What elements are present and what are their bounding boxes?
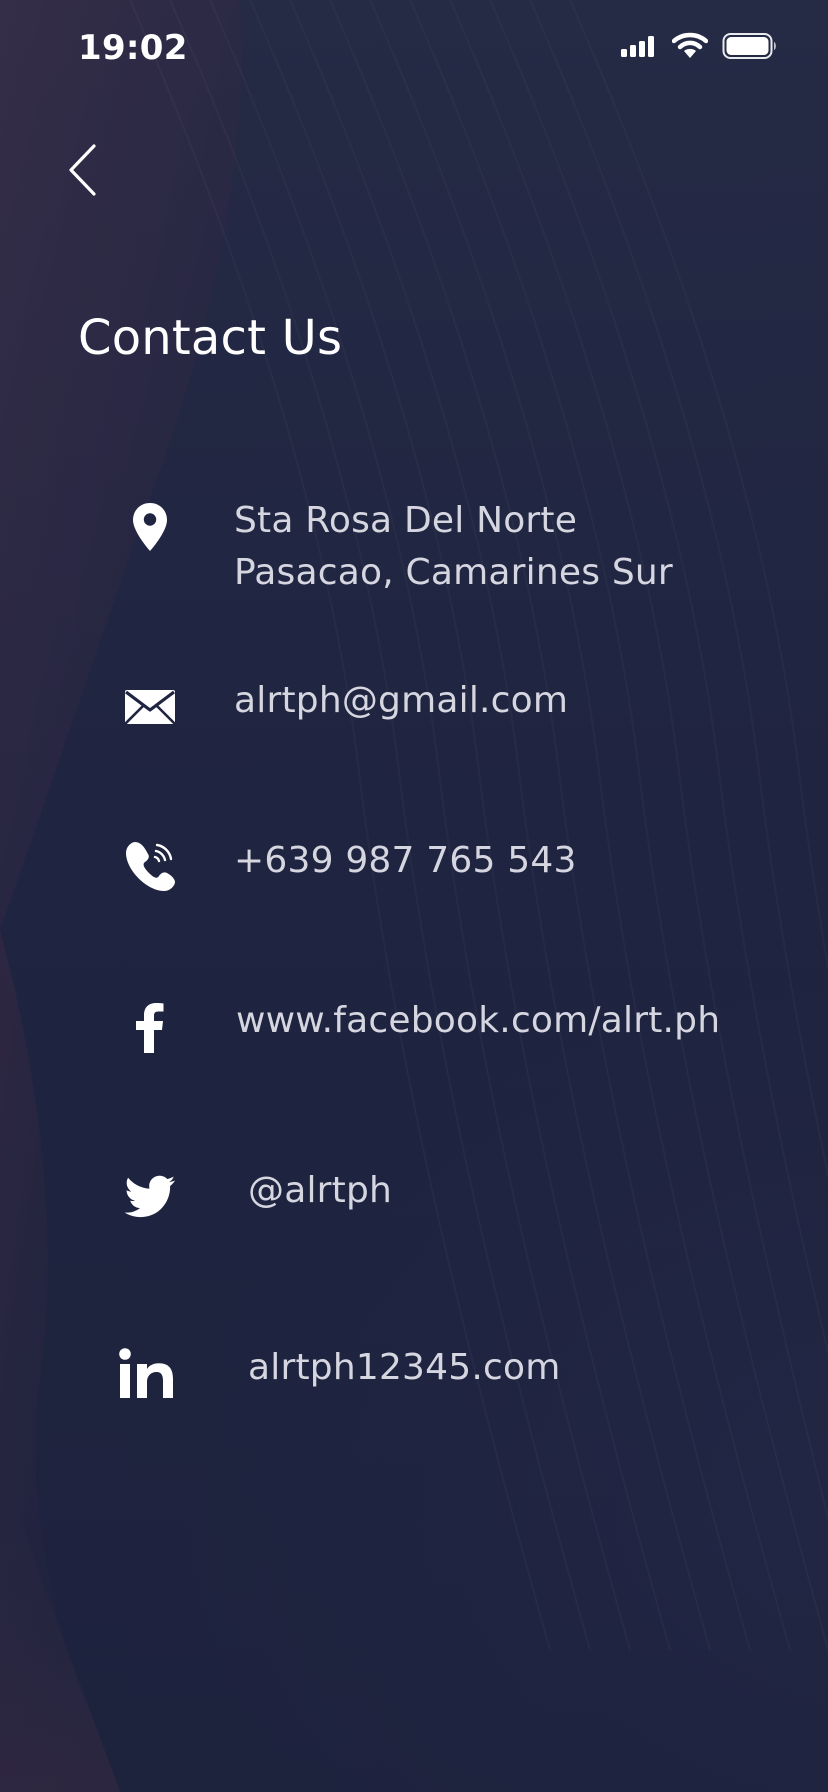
phone-call-icon	[126, 842, 175, 891]
address-icon-wrap	[110, 495, 190, 559]
linkedin-icon	[119, 1348, 173, 1398]
contact-facebook[interactable]: www.facebook.com/alrt.ph	[110, 995, 800, 1059]
contact-list: Sta Rosa Del Norte Pasacao, Camarines Su…	[0, 0, 828, 1792]
twitter-link[interactable]: @alrtph	[248, 1165, 392, 1217]
address-line1: Sta Rosa Del Norte	[234, 500, 578, 541]
linkedin-icon-wrap	[110, 1342, 190, 1406]
map-pin-icon	[133, 503, 167, 551]
facebook-link[interactable]: www.facebook.com/alrt.ph	[236, 995, 720, 1047]
contact-email[interactable]: alrtph@gmail.com	[110, 675, 800, 739]
contact-us-screen: 19:02 Contact Us Sta Rosa Del Norte Pasa…	[0, 0, 828, 1792]
phone-icon-wrap	[110, 835, 190, 899]
phone-link[interactable]: +639 987 765 543	[234, 835, 577, 887]
facebook-icon-wrap	[110, 995, 190, 1059]
contact-phone[interactable]: +639 987 765 543	[110, 835, 800, 899]
email-icon-wrap	[110, 675, 190, 739]
envelope-icon	[124, 690, 176, 725]
email-link[interactable]: alrtph@gmail.com	[234, 675, 568, 727]
twitter-icon	[124, 1175, 175, 1218]
twitter-icon-wrap	[110, 1165, 190, 1229]
address-line2: Pasacao, Camarines Sur	[234, 552, 673, 593]
linkedin-link[interactable]: alrtph12345.com	[248, 1342, 561, 1394]
contact-linkedin[interactable]: alrtph12345.com	[110, 1342, 800, 1406]
facebook-icon	[136, 1003, 164, 1053]
contact-address: Sta Rosa Del Norte Pasacao, Camarines Su…	[110, 495, 800, 599]
address-text: Sta Rosa Del Norte Pasacao, Camarines Su…	[234, 495, 673, 599]
contact-twitter[interactable]: @alrtph	[110, 1165, 800, 1229]
